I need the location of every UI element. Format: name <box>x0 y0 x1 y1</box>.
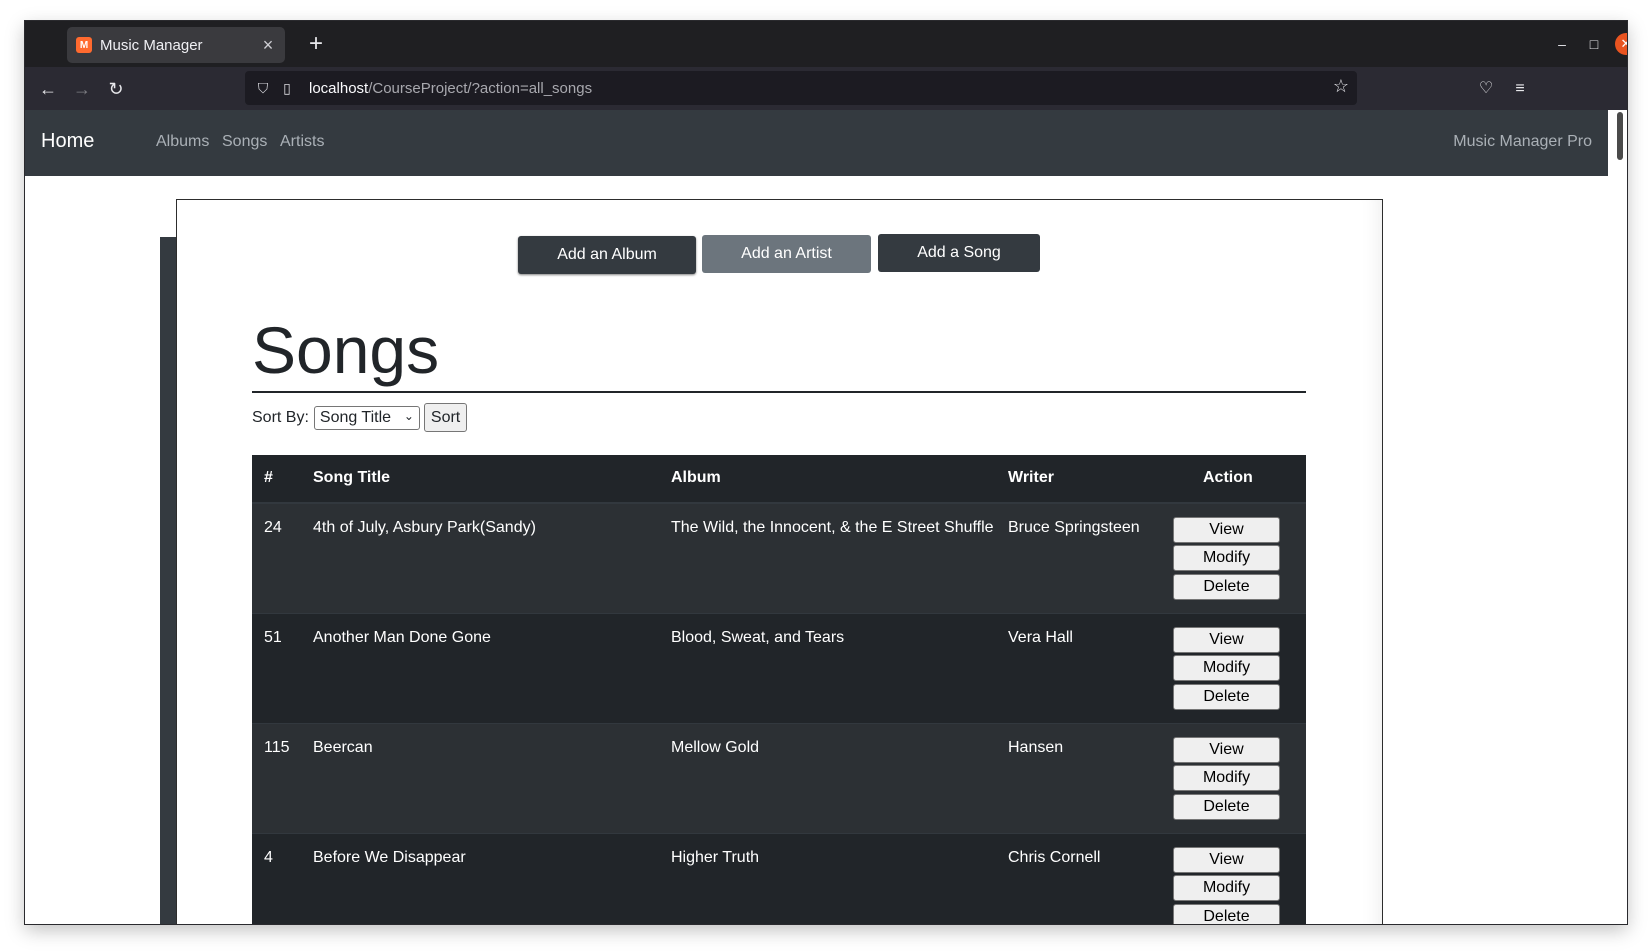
favicon-icon: M <box>76 37 92 53</box>
cell-writer: Chris Cornell <box>1008 849 1101 866</box>
cell-song-title: Before We Disappear <box>313 849 466 866</box>
modify-button[interactable]: Modify <box>1173 655 1280 681</box>
header-action: Action <box>1203 469 1253 486</box>
header-song-title: Song Title <box>313 469 391 486</box>
delete-button[interactable]: Delete <box>1173 574 1280 600</box>
tab-title: Music Manager <box>100 36 203 54</box>
back-icon[interactable]: ← <box>35 76 61 102</box>
scrollbar-thumb[interactable] <box>1617 112 1623 160</box>
tab-close-icon[interactable]: × <box>257 35 279 56</box>
nav-songs-link[interactable]: Songs <box>222 133 267 151</box>
header-writer: Writer <box>1008 469 1054 486</box>
new-tab-button[interactable]: + <box>303 31 329 57</box>
nav-albums-link[interactable]: Albums <box>156 133 209 151</box>
nav-app-name[interactable]: Music Manager Pro <box>1453 133 1592 151</box>
page-icon: ▯ <box>283 79 291 96</box>
browser-tab[interactable]: M Music Manager × <box>67 27 285 63</box>
delete-button[interactable]: Delete <box>1173 904 1280 924</box>
browser-toolbar: ← → ↻ ⛉ ▯ localhost/CourseProject/?actio… <box>25 67 1627 110</box>
modify-button[interactable]: Modify <box>1173 875 1280 901</box>
cell-song-title: Beercan <box>313 739 373 756</box>
table-row: 115 Beercan Mellow Gold Hansen View Modi… <box>252 723 1306 833</box>
cell-album: Higher Truth <box>671 849 760 866</box>
sort-label: Sort By: <box>252 408 309 426</box>
cell-writer: Vera Hall <box>1008 629 1073 646</box>
cell-number: 115 <box>264 739 290 756</box>
cell-song-title: 4th of July, Asbury Park(Sandy) <box>313 519 536 536</box>
web-page: Home Albums Songs Artists Music Manager … <box>25 110 1627 924</box>
cell-album: The Wild, the Innocent, & the E Street S… <box>671 519 994 536</box>
page-title: Songs <box>252 313 440 387</box>
sort-button[interactable]: Sort <box>423 403 468 432</box>
cell-album: Blood, Sweat, and Tears <box>671 629 845 646</box>
shield-icon[interactable]: ⛉ <box>253 80 273 97</box>
add-song-button[interactable]: Add a Song <box>878 234 1040 272</box>
chevron-down-icon: ⌄ <box>403 408 414 423</box>
window-close-icon[interactable]: ✕ <box>1615 33 1627 55</box>
nav-home-link[interactable]: Home <box>41 130 94 153</box>
delete-button[interactable]: Delete <box>1173 794 1280 820</box>
add-album-button[interactable]: Add an Album <box>518 236 696 274</box>
table-row: 24 4th of July, Asbury Park(Sandy) The W… <box>252 503 1306 613</box>
sort-select[interactable]: Song Title ⌄ <box>313 405 420 430</box>
pocket-icon[interactable]: ♡ <box>1473 76 1499 102</box>
sort-controls: Sort By: Song Title ⌄ Sort <box>252 403 468 432</box>
sort-selected-value: Song Title <box>319 408 392 426</box>
browser-window: M Music Manager × + – □ ✕ ← → ↻ ⛉ ▯ loca… <box>25 21 1627 924</box>
songs-table: # Song Title Album Writer Action 24 4th … <box>252 455 1306 924</box>
modify-button[interactable]: Modify <box>1173 765 1280 791</box>
nav-artists-link[interactable]: Artists <box>280 133 324 151</box>
header-number: # <box>264 469 273 486</box>
cell-number: 4 <box>264 849 273 866</box>
table-row: 4 Before We Disappear Higher Truth Chris… <box>252 833 1306 924</box>
view-button[interactable]: View <box>1173 627 1280 653</box>
reload-icon[interactable]: ↻ <box>103 76 129 102</box>
view-button[interactable]: View <box>1173 737 1280 763</box>
cell-album: Mellow Gold <box>671 739 760 756</box>
decorative-side-strip <box>160 237 176 924</box>
url-path: /CourseProject/?action=all_songs <box>368 79 593 97</box>
table-header: # Song Title Album Writer Action <box>252 455 1306 503</box>
cell-writer: Hansen <box>1008 739 1064 756</box>
view-button[interactable]: View <box>1173 847 1280 873</box>
delete-button[interactable]: Delete <box>1173 684 1280 710</box>
modify-button[interactable]: Modify <box>1173 545 1280 571</box>
url-host: localhost <box>309 79 369 97</box>
cell-number: 51 <box>264 629 282 646</box>
menu-icon[interactable]: ≡ <box>1507 76 1533 102</box>
cell-writer: Bruce Springsteen <box>1008 519 1140 536</box>
header-album: Album <box>671 469 721 486</box>
add-artist-button[interactable]: Add an Artist <box>702 235 871 273</box>
site-navbar: Home Albums Songs Artists Music Manager … <box>25 110 1608 176</box>
forward-icon[interactable]: → <box>69 76 95 102</box>
table-row: 51 Another Man Done Gone Blood, Sweat, a… <box>252 613 1306 723</box>
url-bar[interactable]: ⛉ ▯ localhost/CourseProject/?action=all_… <box>245 71 1357 105</box>
tab-strip: M Music Manager × + – □ ✕ <box>25 21 1627 67</box>
bookmark-star-icon[interactable]: ☆ <box>1333 76 1349 97</box>
url-text[interactable]: localhost/CourseProject/?action=all_song… <box>309 80 592 97</box>
maximize-icon[interactable]: □ <box>1583 33 1605 55</box>
page-scrollbar[interactable] <box>1613 110 1627 924</box>
title-divider <box>252 391 1306 393</box>
cell-song-title: Another Man Done Gone <box>313 629 491 646</box>
content-card: Add an Album Add an Artist Add a Song So… <box>176 199 1383 924</box>
minimize-icon[interactable]: – <box>1551 33 1573 55</box>
cell-number: 24 <box>264 519 282 536</box>
view-button[interactable]: View <box>1173 517 1280 543</box>
